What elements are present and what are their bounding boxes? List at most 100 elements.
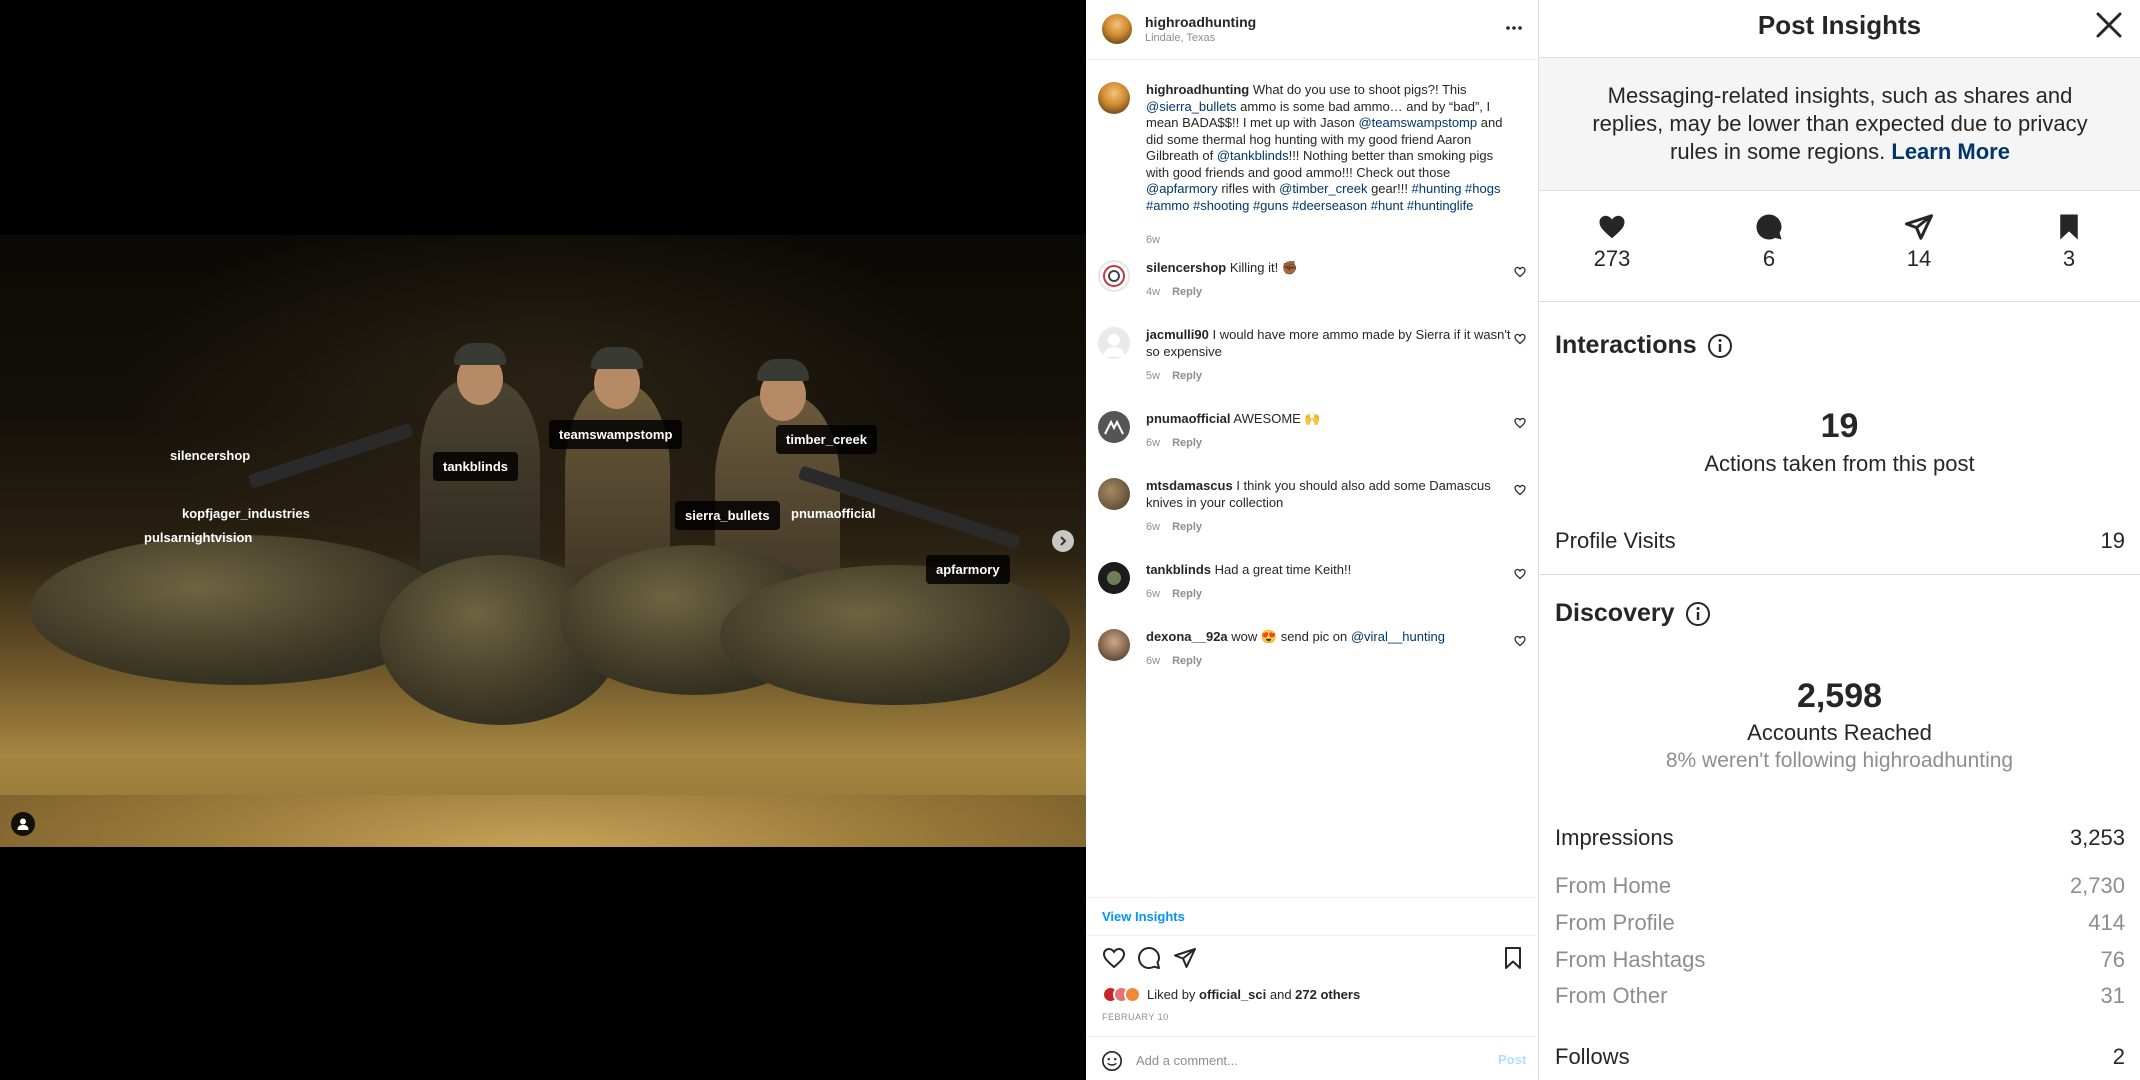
avatar[interactable] [1098,260,1130,292]
photo-tag[interactable]: kopfjager_industries [182,506,310,521]
comment-time: 6w [1146,588,1161,600]
discovery-heading: Discovery [1555,599,1711,628]
stat-likes: 273 [1562,212,1662,272]
caption-mention[interactable]: @apfarmory [1146,181,1218,196]
discovery-title: Discovery [1555,599,1675,627]
comment-username[interactable]: jacmulli90 [1146,327,1209,342]
row-label: From Home [1555,873,1672,898]
comment-time: 6w [1146,437,1161,449]
caption-fragment: gear!!! [1367,181,1412,196]
comment-username[interactable]: pnumaofficial [1146,411,1231,426]
comment-body: AWESOME 🙌 [1230,411,1321,426]
photo-tag[interactable]: timber_creek [776,425,877,454]
comment-input[interactable] [1136,1049,1466,1071]
row-value: 31 [2100,983,2125,1008]
comment-username[interactable]: mtsdamascus [1146,478,1233,493]
person-cap [591,347,643,369]
post-comment-button[interactable]: Post [1498,1052,1526,1067]
accounts-reached-sub: 8% weren't following highroadhunting [1665,749,2014,772]
accounts-reached-label: Accounts Reached [1747,720,1932,745]
photo-tag[interactable]: apfarmory [926,555,1010,584]
bookmark-icon[interactable] [1501,946,1525,970]
row-value: 2 [2112,1044,2125,1069]
caption-mention[interactable]: @tankblinds [1217,148,1289,163]
more-options-button[interactable] [1504,14,1524,40]
likes-summary: Liked by official_sci and 272 others [1102,986,1360,1003]
default-avatar-icon [1103,334,1125,357]
reply-button[interactable]: Reply [1172,655,1202,667]
photo-tag[interactable]: silencershop [170,448,250,463]
share-icon[interactable] [1173,946,1197,970]
caption-time: 6w [1146,234,1161,246]
reply-button[interactable]: Reply [1172,286,1202,298]
hog-shape [720,565,1070,705]
reply-button[interactable]: Reply [1172,437,1202,449]
row-label: Impressions [1555,825,1674,850]
notice-text: Messaging-related insights, such as shar… [1592,83,2088,164]
impressions-row: Impressions 3,253 [1555,825,2125,851]
avatar[interactable] [1098,478,1130,510]
post-author-username[interactable]: highroadhunting [1145,14,1256,30]
reply-button[interactable]: Reply [1172,588,1202,600]
rifle-shape [247,422,414,489]
comment-mention[interactable]: @viral__hunting [1351,629,1445,644]
comment-time: 5w [1146,370,1161,382]
reply-button[interactable]: Reply [1172,521,1202,533]
divider [1086,897,1539,898]
photo-tag[interactable]: pnumaofficial [791,506,876,521]
heart-icon[interactable] [1102,946,1126,970]
avatar[interactable] [1098,562,1130,594]
like-comment-icon[interactable] [1514,417,1526,429]
reply-button[interactable]: Reply [1172,370,1202,382]
like-comment-icon[interactable] [1514,266,1526,278]
comment-username[interactable]: silencershop [1146,260,1226,275]
stat-comments: 6 [1719,212,1819,272]
comment-username[interactable]: tankblinds [1146,562,1211,577]
post-location[interactable]: Lindale, Texas [1145,32,1215,44]
post-action-bar [1086,946,1539,976]
liked-by-username[interactable]: official_sci [1199,987,1266,1002]
caption-mention[interactable]: @timber_creek [1279,181,1367,196]
caption-mention[interactable]: @teamswampstomp [1358,115,1477,130]
avatar[interactable] [1102,14,1132,44]
tagged-users-button[interactable] [11,812,35,836]
like-comment-icon[interactable] [1514,484,1526,496]
avatar[interactable] [1098,629,1130,661]
view-insights-link[interactable]: View Insights [1102,909,1185,924]
impression-source-row: From Profile 414 [1555,910,2125,936]
like-comment-icon[interactable] [1514,568,1526,580]
impression-source-row: From Home 2,730 [1555,873,2125,899]
info-icon[interactable] [1685,601,1711,627]
avatar[interactable] [1098,82,1130,114]
photo-tag[interactable]: teamswampstomp [549,420,683,449]
next-photo-button[interactable] [1052,530,1074,552]
page-title: Post Insights [1757,10,1922,40]
close-icon[interactable] [2094,10,2124,40]
likes-prefix: Liked by [1147,987,1200,1002]
learn-more-link[interactable]: Learn More [1891,139,2010,164]
comment-time: 4w [1146,286,1161,298]
emoji-icon[interactable] [1101,1050,1123,1072]
photo-tag[interactable]: sierra_bullets [675,501,780,530]
like-comment-icon[interactable] [1514,635,1526,647]
interactions-heading: Interactions [1555,331,1733,360]
caption-fragment: rifles with [1217,181,1280,196]
stat-shares: 14 [1869,212,1969,272]
comment-username[interactable]: dexona__92a [1146,629,1228,644]
interactions-label: Actions taken from this post [1704,451,1975,476]
post-header: highroadhunting Lindale, Texas [1086,0,1539,60]
comment-icon[interactable] [1137,946,1161,970]
caption-username[interactable]: highroadhunting [1146,82,1249,97]
photo-tag[interactable]: tankblinds [433,452,519,481]
divider [1539,574,2140,575]
like-comment-icon[interactable] [1514,333,1526,345]
likes-others-link[interactable]: 272 others [1295,987,1360,1002]
info-icon[interactable] [1707,333,1733,359]
pnuma-logo-icon [1104,419,1124,435]
photo-tag[interactable]: pulsarnightvision [144,530,252,545]
caption-mention[interactable]: @sierra_bullets [1146,99,1237,114]
avatar[interactable] [1098,327,1130,359]
avatar[interactable] [1098,411,1130,443]
caption-text: highroadhunting What do you use to shoot… [1146,82,1511,214]
comment-icon [1756,214,1782,240]
